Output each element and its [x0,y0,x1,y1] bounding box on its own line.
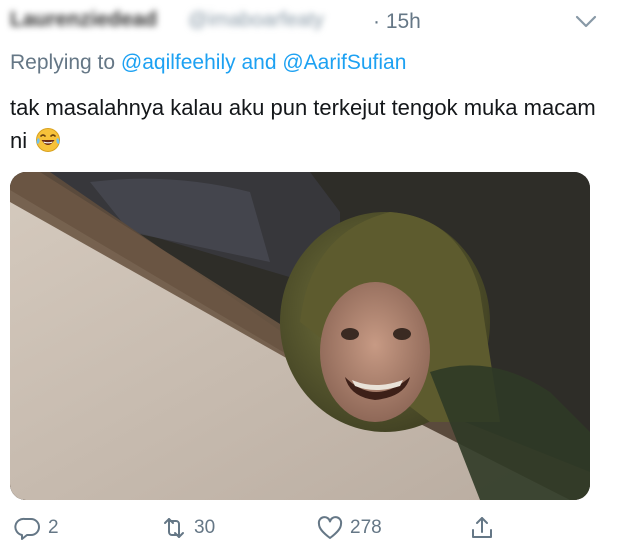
author-name[interactable]: Laurenziedead [10,8,157,32]
retweet-count: 30 [194,517,216,538]
like-button[interactable]: 278 [316,508,382,548]
share-icon [472,517,492,538]
mention-link[interactable]: @aqilfeehily [121,51,236,74]
replying-to-prefix: Replying to [10,51,116,74]
mention-link[interactable]: @AarifSufian [282,51,406,74]
reply-button[interactable]: 2 [14,508,59,548]
media-photo [10,172,590,500]
tweet-timestamp[interactable]: · 15h [373,10,421,34]
like-count: 278 [350,517,382,538]
tweet-text: tak masalahnya kalau aku pun terkejut te… [10,91,600,157]
retweet-icon [164,518,184,538]
author-handle[interactable]: @imaboarfeaty [188,9,324,32]
tweet-header: Laurenziedead @imaboarfeaty · 15h [10,8,607,36]
reply-count: 2 [48,517,59,538]
reply-icon [14,517,40,540]
tweet-body: tak masalahnya kalau aku pun terkejut te… [10,95,596,153]
face-with-tears-of-joy-icon [35,127,61,153]
tweet-media-image[interactable] [10,172,590,500]
replying-to-conjunction[interactable]: and [241,51,276,74]
share-button[interactable] [468,508,496,548]
chevron-down-icon[interactable] [575,14,597,30]
tweet-actions: 2 30 278 [0,508,617,548]
replying-to: Replying to @aqilfeehily and @AarifSufia… [10,51,406,75]
retweet-button[interactable]: 30 [160,508,215,548]
heart-icon [317,516,343,539]
